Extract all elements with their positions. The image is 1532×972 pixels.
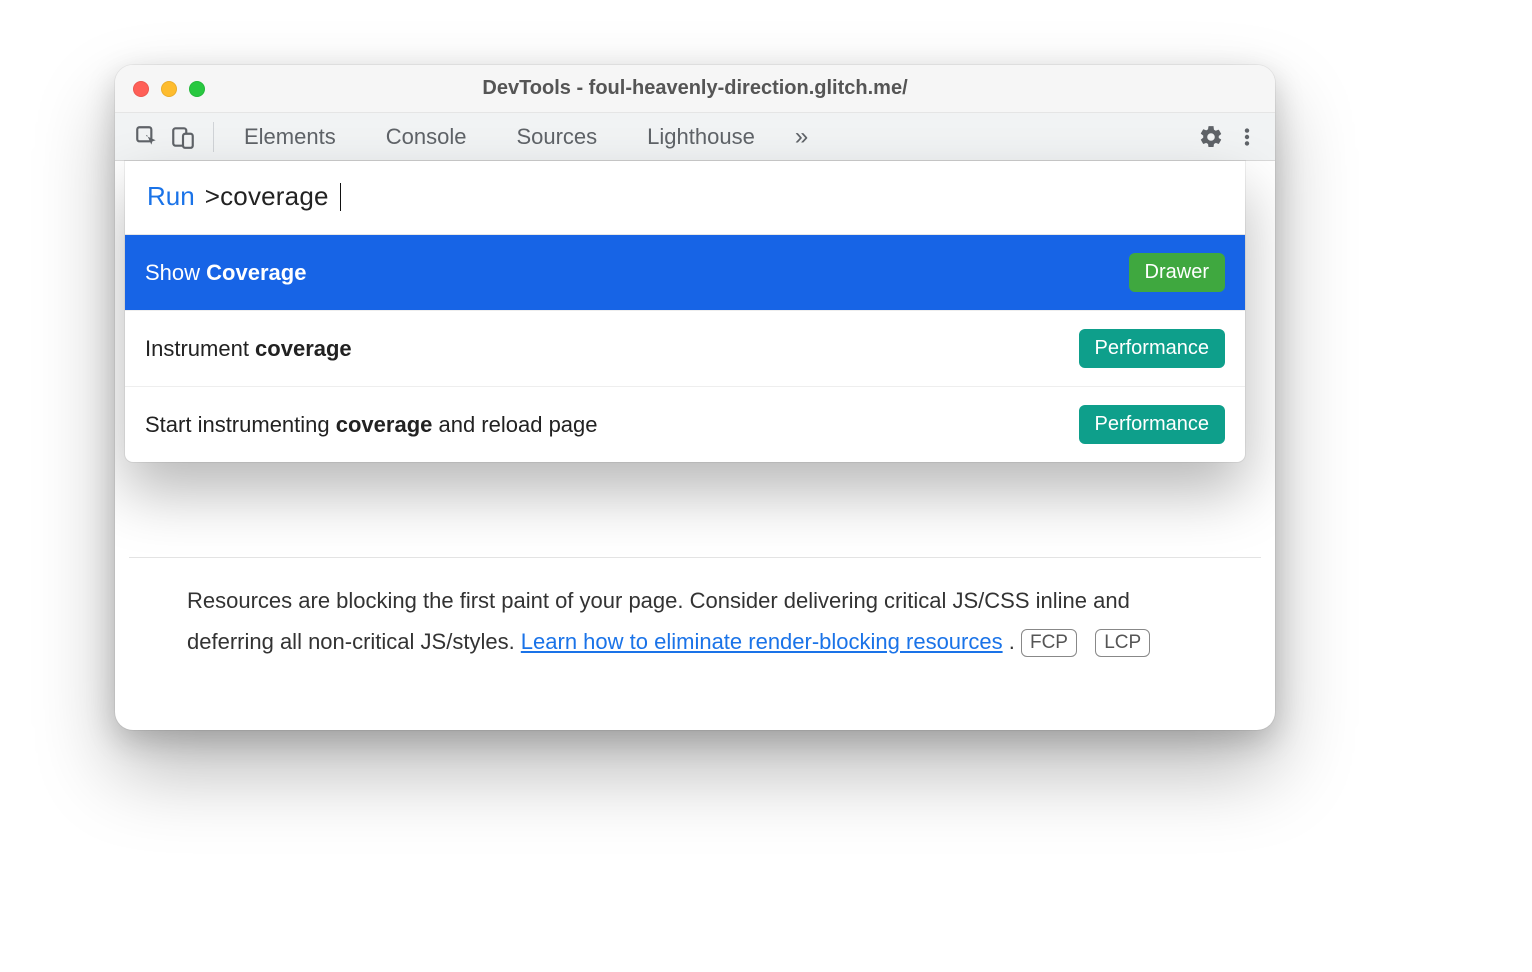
command-category-badge: Performance (1079, 329, 1226, 368)
settings-gear-icon[interactable] (1193, 119, 1229, 155)
description-after-link: . (1009, 629, 1021, 654)
cmd-item-text-before: Show (145, 260, 206, 285)
command-menu-item-instrument-coverage[interactable]: Instrument coverage Performance (125, 310, 1245, 386)
window-title: DevTools - foul-heavenly-direction.glitc… (115, 77, 1275, 100)
tab-console[interactable]: Console (366, 113, 487, 160)
panel-content: Resources are blocking the first paint o… (115, 161, 1275, 730)
cmd-item-match: coverage (336, 412, 433, 437)
tab-elements[interactable]: Elements (224, 113, 356, 160)
cmd-item-text-before: Instrument (145, 336, 255, 361)
minimize-window-button[interactable] (161, 81, 177, 97)
lighthouse-opportunity-description: Resources are blocking the first paint o… (187, 581, 1203, 662)
panel-tabs: Elements Console Sources Lighthouse » (224, 113, 818, 160)
cmd-item-match: Coverage (206, 260, 306, 285)
content-divider (129, 557, 1261, 558)
command-category-badge: Drawer (1129, 253, 1225, 292)
command-category-badge: Performance (1079, 405, 1226, 444)
inspect-element-icon[interactable] (129, 119, 165, 155)
toolbar-separator (213, 122, 214, 152)
more-tabs-button[interactable]: » (785, 113, 818, 160)
metric-badge-lcp: LCP (1095, 629, 1150, 657)
command-menu-prefix: Run (147, 181, 195, 212)
more-options-kebab-icon[interactable] (1229, 119, 1265, 155)
titlebar: DevTools - foul-heavenly-direction.glitc… (115, 65, 1275, 113)
tab-sources[interactable]: Sources (496, 113, 617, 160)
cmd-item-match: coverage (255, 336, 352, 361)
text-caret (340, 183, 341, 211)
devtools-toolbar: Elements Console Sources Lighthouse » (115, 113, 1275, 161)
command-menu-input-value: >coverage (205, 181, 329, 212)
cmd-item-text-before: Start instrumenting (145, 412, 336, 437)
close-window-button[interactable] (133, 81, 149, 97)
command-menu-item-start-instrumenting[interactable]: Start instrumenting coverage and reload … (125, 386, 1245, 462)
window-controls (133, 81, 205, 97)
command-menu-item-show-coverage[interactable]: Show Coverage Drawer (125, 235, 1245, 310)
command-menu-input-row[interactable]: Run >coverage (125, 161, 1245, 234)
toggle-device-toolbar-icon[interactable] (165, 119, 201, 155)
zoom-window-button[interactable] (189, 81, 205, 97)
cmd-item-text-after: and reload page (432, 412, 597, 437)
command-menu-panel: Run >coverage Show Coverage Drawer Instr… (125, 161, 1245, 462)
metric-badge-fcp: FCP (1021, 629, 1077, 657)
tab-lighthouse[interactable]: Lighthouse (627, 113, 775, 160)
command-menu-list: Show Coverage Drawer Instrument coverage… (125, 234, 1245, 462)
learn-more-link[interactable]: Learn how to eliminate render-blocking r… (521, 629, 1003, 654)
devtools-window: DevTools - foul-heavenly-direction.glitc… (115, 65, 1275, 730)
